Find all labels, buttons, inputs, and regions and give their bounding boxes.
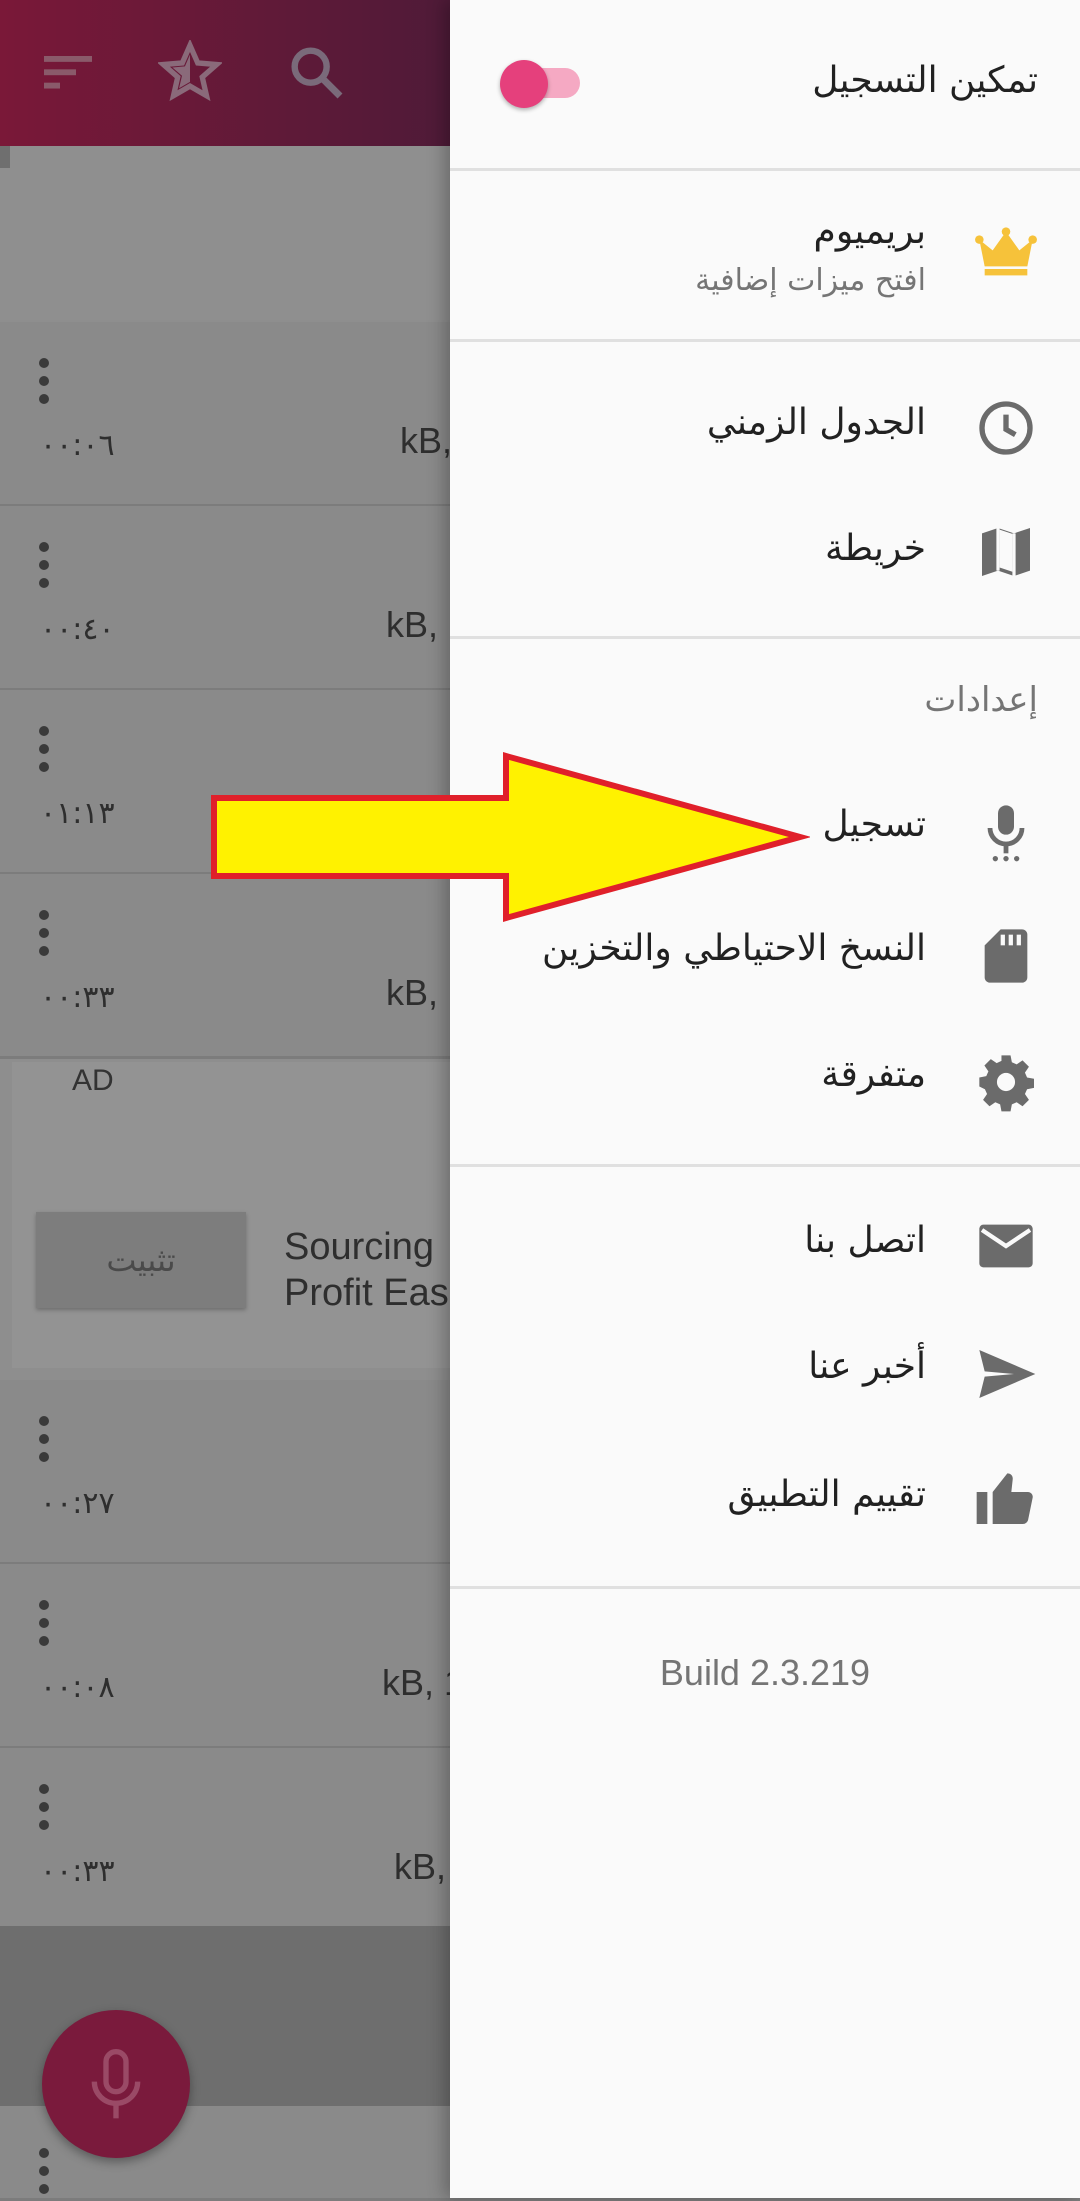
more-vert-icon[interactable] bbox=[36, 358, 52, 410]
duration: ٠٠:٢٧ bbox=[40, 1486, 115, 1521]
map-icon bbox=[982, 528, 1030, 576]
navigation-drawer: تمكين التسجيل بريميوم افتح ميزات إضافية … bbox=[450, 0, 1080, 2198]
duration: ٠١:١٣ bbox=[40, 796, 115, 831]
email-icon bbox=[979, 1224, 1033, 1268]
timeline-label: الجدول الزمني bbox=[706, 402, 926, 443]
crown-icon bbox=[975, 227, 1037, 276]
sort-icon[interactable] bbox=[36, 40, 100, 104]
highlight-arrow bbox=[211, 752, 810, 922]
divider bbox=[450, 339, 1080, 342]
more-vert-icon[interactable] bbox=[36, 2148, 52, 2200]
divider bbox=[450, 1164, 1080, 1167]
map-label: خريطة bbox=[825, 528, 926, 569]
file-size: kB, bbox=[394, 1846, 447, 1887]
record-fab[interactable] bbox=[42, 2010, 190, 2158]
contact-label: اتصل بنا bbox=[804, 1220, 926, 1261]
duration: ٠٠:٠٨ bbox=[40, 1670, 115, 1705]
file-size: kB, bbox=[386, 604, 439, 645]
more-vert-icon[interactable] bbox=[36, 726, 52, 778]
file-size: kB, bbox=[400, 420, 453, 461]
thumb-up-icon bbox=[976, 1473, 1033, 1524]
more-vert-icon[interactable] bbox=[36, 1600, 52, 1652]
ad-line-2: Profit Eas bbox=[284, 1272, 449, 1314]
build-version: Build 2.3.219 bbox=[659, 1652, 871, 1693]
misc-item[interactable]: متفرقة bbox=[450, 1020, 1080, 1146]
duration: ٠٠:٤٠ bbox=[40, 612, 115, 647]
rate-app-label: تقييم التطبيق bbox=[727, 1474, 926, 1515]
duration: ٠٠:٣٣ bbox=[40, 980, 115, 1015]
tell-friends-item[interactable]: أخبر عنا bbox=[450, 1310, 1080, 1436]
premium-subtitle: افتح ميزات إضافية bbox=[695, 263, 926, 298]
more-vert-icon[interactable] bbox=[36, 1784, 52, 1836]
backup-label: النسخ الاحتياطي والتخزين bbox=[542, 928, 926, 969]
ad-label: AD bbox=[72, 1064, 114, 1097]
enable-recording-row[interactable]: تمكين التسجيل bbox=[450, 0, 1080, 168]
timeline-item[interactable]: الجدول الزمني bbox=[450, 370, 1080, 494]
enable-recording-label: تمكين التسجيل bbox=[812, 60, 1038, 101]
duration: ٠٠:٠٦ bbox=[40, 428, 115, 463]
gear-icon bbox=[979, 1055, 1034, 1112]
recording-label: تسجيل bbox=[822, 804, 927, 845]
map-item[interactable]: خريطة bbox=[450, 494, 1080, 620]
divider bbox=[450, 636, 1080, 639]
send-icon bbox=[979, 1350, 1036, 1398]
more-vert-icon[interactable] bbox=[36, 542, 52, 594]
contact-item[interactable]: اتصل بنا bbox=[450, 1186, 1080, 1310]
toggle-thumb bbox=[500, 60, 548, 108]
search-icon[interactable] bbox=[284, 40, 348, 104]
ad-text[interactable]: Sourcing Profit Eas bbox=[284, 1224, 449, 1316]
sd-card-icon bbox=[984, 929, 1028, 983]
duration: ٠٠:٣٣ bbox=[40, 1854, 115, 1889]
mic-icon bbox=[987, 805, 1025, 862]
install-button[interactable]: تثبيت bbox=[36, 1212, 246, 1308]
star-icon[interactable] bbox=[158, 40, 222, 104]
premium-title: بريميوم bbox=[813, 211, 926, 252]
misc-label: متفرقة bbox=[821, 1054, 926, 1095]
premium-item[interactable]: بريميوم افتح ميزات إضافية bbox=[450, 171, 1080, 339]
clock-icon bbox=[979, 401, 1033, 455]
more-vert-icon[interactable] bbox=[36, 910, 52, 962]
ad-line-1: Sourcing bbox=[284, 1226, 434, 1268]
rate-app-item[interactable]: تقييم التطبيق bbox=[450, 1436, 1080, 1562]
enable-recording-toggle[interactable] bbox=[500, 60, 584, 108]
tell-friends-label: أخبر عنا bbox=[808, 1346, 926, 1387]
divider bbox=[450, 1586, 1080, 1589]
header-accent bbox=[0, 146, 10, 168]
mic-icon bbox=[91, 2049, 141, 2119]
more-vert-icon[interactable] bbox=[36, 1416, 52, 1468]
settings-header: إعدادات bbox=[924, 680, 1038, 720]
